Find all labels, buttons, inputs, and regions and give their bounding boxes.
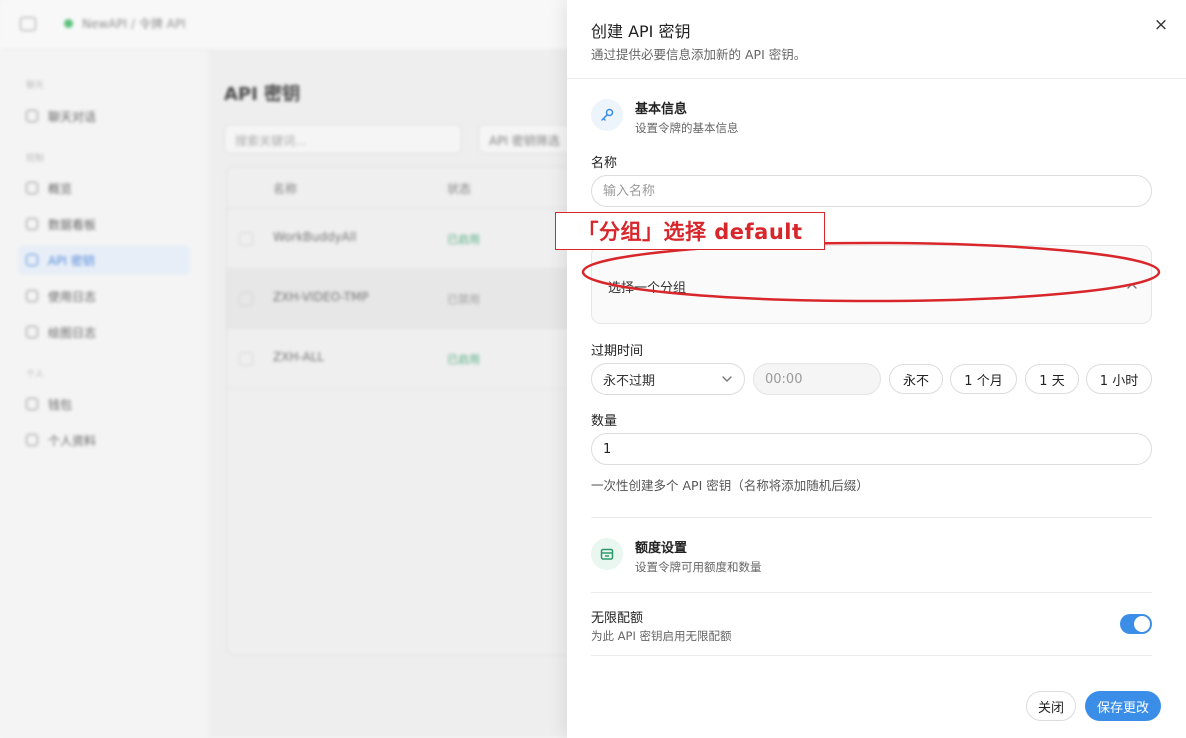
unlimited-quota-label: 无限配额 — [591, 611, 644, 626]
key-icon — [591, 99, 623, 131]
section-divider — [591, 517, 1152, 518]
section-subtitle-quota: 设置令牌可用额度和数量 — [635, 560, 762, 574]
name-input[interactable] — [591, 175, 1152, 207]
drawer-title: 创建 API 密钥 — [591, 22, 691, 41]
quantity-input[interactable] — [591, 433, 1152, 465]
save-button[interactable]: 保存更改 — [1085, 691, 1161, 721]
wallet-icon — [591, 538, 623, 570]
name-label: 名称 — [591, 156, 618, 171]
expiry-label: 过期时间 — [591, 344, 644, 359]
section-divider — [591, 655, 1152, 656]
close-button[interactable]: 关闭 — [1026, 691, 1076, 721]
close-icon[interactable]: × — [1152, 16, 1170, 34]
expiry-option-1-month[interactable]: 1 个月 — [950, 364, 1017, 394]
expiry-select-value: 永不过期 — [603, 373, 656, 389]
expiry-time-input[interactable]: 00:00 — [753, 363, 881, 395]
section-title-basic: 基本信息 — [635, 102, 688, 117]
expiry-option-1-hour[interactable]: 1 小时 — [1086, 364, 1152, 394]
unlimited-quota-toggle[interactable] — [1120, 614, 1152, 634]
drawer-header: 创建 API 密钥 通过提供必要信息添加新的 API 密钥。 × — [567, 0, 1186, 79]
section-divider — [591, 592, 1152, 593]
quantity-hint: 一次性创建多个 API 密钥（名称将添加随机后缀） — [591, 478, 869, 493]
section-subtitle-basic: 设置令牌的基本信息 — [635, 121, 739, 135]
create-api-key-drawer: 创建 API 密钥 通过提供必要信息添加新的 API 密钥。 × 基本信息 设置… — [567, 0, 1186, 738]
toggle-knob — [1134, 616, 1150, 632]
annotation-label: 「分组」选择 default — [555, 212, 825, 250]
section-title-quota: 额度设置 — [635, 541, 688, 556]
expiry-select[interactable]: 永不过期 — [591, 363, 745, 395]
chevron-down-icon — [722, 376, 732, 382]
expiry-option-1-day[interactable]: 1 天 — [1025, 364, 1079, 394]
drawer-description: 通过提供必要信息添加新的 API 密钥。 — [591, 47, 807, 62]
expiry-option-never[interactable]: 永不 — [889, 364, 943, 394]
quantity-label: 数量 — [591, 414, 618, 429]
unlimited-quota-description: 为此 API 密钥启用无限配额 — [591, 629, 732, 643]
